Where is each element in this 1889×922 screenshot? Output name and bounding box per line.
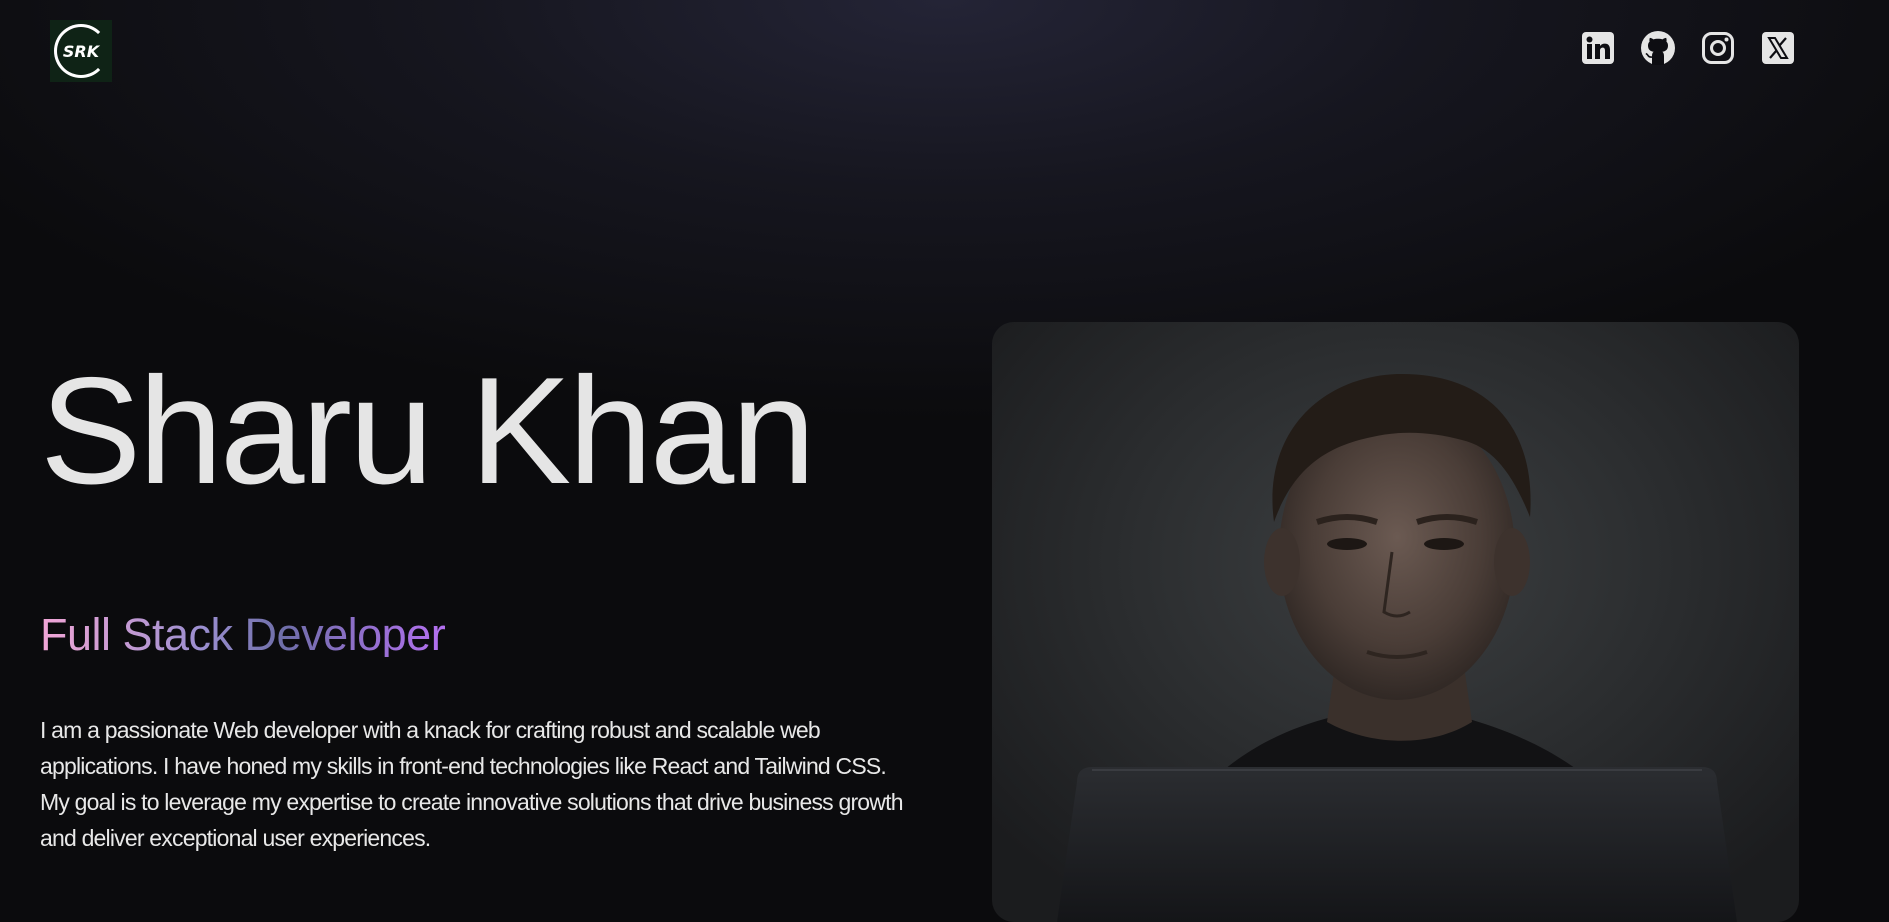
github-link[interactable] xyxy=(1640,30,1676,66)
x-twitter-icon xyxy=(1761,31,1795,65)
instagram-icon xyxy=(1701,31,1735,65)
github-icon xyxy=(1640,30,1676,66)
profile-photo xyxy=(992,322,1799,922)
logo-text: SRK xyxy=(62,41,100,61)
page: SRK Sharu Khan Full Stack Developer I am… xyxy=(0,0,1889,922)
logo-ring: SRK xyxy=(54,24,108,78)
hero-bio: I am a passionate Web developer with a k… xyxy=(40,717,903,851)
hero-role: Full Stack Developer xyxy=(40,609,446,660)
x-twitter-link[interactable] xyxy=(1760,30,1796,66)
logo[interactable]: SRK xyxy=(50,20,112,82)
social-links xyxy=(1580,30,1796,66)
linkedin-link[interactable] xyxy=(1580,30,1616,66)
hero-name: Sharu Khan xyxy=(40,346,816,516)
linkedin-icon xyxy=(1581,31,1615,65)
instagram-link[interactable] xyxy=(1700,30,1736,66)
